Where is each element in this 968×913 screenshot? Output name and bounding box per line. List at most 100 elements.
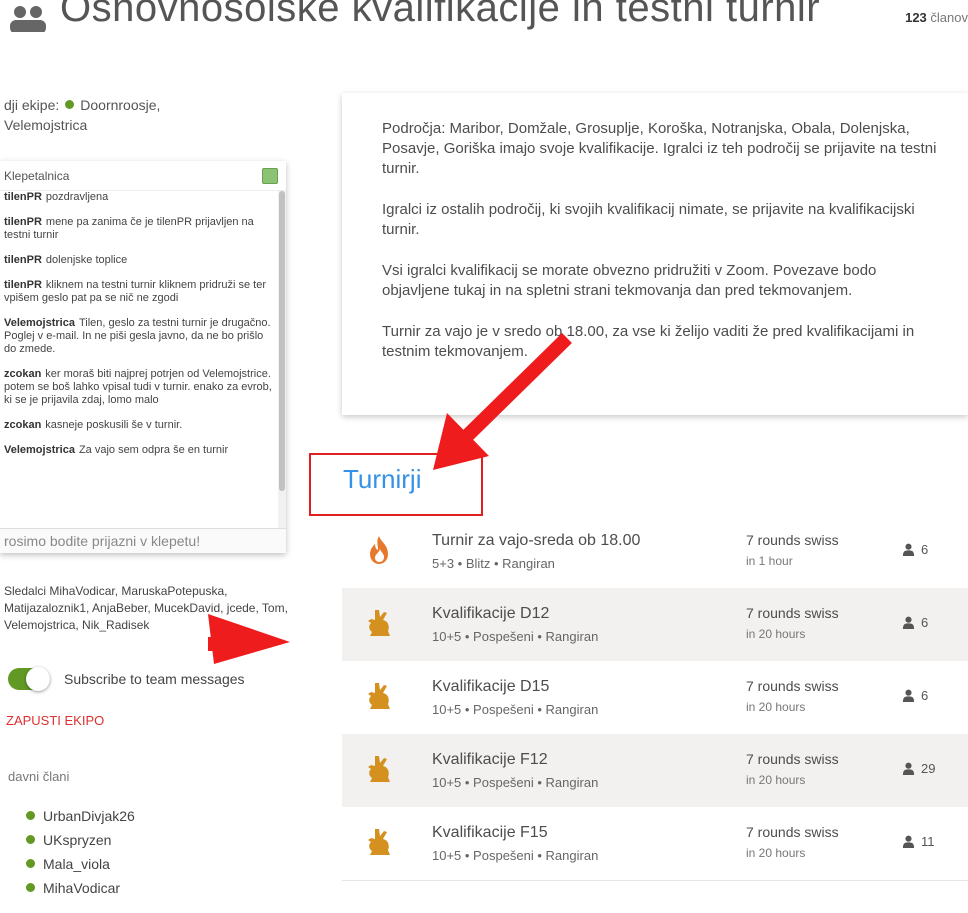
chat-message-user[interactable]: zcokan <box>4 368 41 380</box>
chat-message-text: kliknem na testni turnir kliknem pridruž… <box>4 279 266 304</box>
player-count-number: 6 <box>921 688 929 703</box>
chat-message-text: kasneje poskusili še v turnir. <box>45 419 183 431</box>
team-leaders: dji ekipe: Doornroosje, Velemojstrica <box>4 95 294 135</box>
tournament-name[interactable]: Kvalifikacije F12 <box>432 751 548 769</box>
tournament-player-count: 6 <box>902 542 928 557</box>
leader-link-0[interactable]: Doornroosje, <box>80 97 160 113</box>
tournament-start-time: in 1 hour <box>746 554 793 568</box>
rabbit-icon <box>368 610 390 636</box>
chat-title: Klepetalnica <box>4 168 70 183</box>
chat-message-text: pozdravljena <box>45 191 109 203</box>
players-icon <box>902 543 915 556</box>
leader-link-1[interactable]: Velemojstrica <box>4 117 87 133</box>
description-paragraph: Turnir za vajo je v sredo ob 18.00, za v… <box>382 323 915 360</box>
player-count-number: 29 <box>921 761 936 776</box>
online-dot <box>65 100 75 109</box>
online-dot <box>26 811 35 820</box>
member-name: UrbanDivjak26 <box>43 808 135 824</box>
tournament-row[interactable]: Turnir za vajo-sreda ob 18.00 5+3 • Blitz… <box>342 515 968 588</box>
tournament-row[interactable]: Kvalifikacije F15 10+5 • Pospešeni • Rang… <box>342 807 968 880</box>
tournament-details: 10+5 • Pospešeni • Rangiran <box>432 629 599 644</box>
chat-header: Klepetalnica <box>0 161 286 191</box>
chat-message-text: ker moraš biti najprej potrjen od Velemo… <box>4 368 272 406</box>
member-item[interactable]: MihaVodicar <box>26 876 135 900</box>
page-title: Osnovnošolske kvalifikacije in testni tu… <box>60 0 821 30</box>
member-item[interactable]: Mala_viola <box>26 852 135 876</box>
tournaments-heading: Turnirji <box>343 464 422 494</box>
divider <box>342 880 968 881</box>
tournament-name[interactable]: Kvalifikacije F15 <box>432 824 548 842</box>
chat-message-text: Za vajo sem odpra še en turnir <box>78 444 229 456</box>
chat-scrollbar-thumb[interactable] <box>279 191 285 491</box>
players-icon <box>902 689 915 702</box>
members-count-number: 123 <box>905 10 927 25</box>
online-dot <box>26 883 35 892</box>
tournament-details: 10+5 • Pospešeni • Rangiran <box>432 775 599 790</box>
tournament-start-time: in 20 hours <box>746 700 806 714</box>
leaders-label: dji ekipe: <box>4 97 60 113</box>
chat-message-user[interactable]: tilenPR <box>4 216 42 228</box>
members-count[interactable]: 123 članov <box>905 10 968 25</box>
members-section-title: davni člani <box>8 769 70 784</box>
tournament-details: 5+3 • Blitz • Rangiran <box>432 556 555 571</box>
rabbit-icon <box>368 829 390 855</box>
tournament-list: Turnir za vajo-sreda ob 18.00 5+3 • Blitz… <box>342 515 968 881</box>
fire-icon <box>370 536 388 564</box>
chat-message: Velemojstrica Za vajo sem odpra še en tur… <box>4 444 272 457</box>
tournament-format: 7 rounds swiss <box>746 605 839 621</box>
players-icon <box>902 835 915 848</box>
description-paragraph: Vsi igralci kvalifikacij se morate obvez… <box>382 262 877 299</box>
tournament-player-count: 11 <box>902 834 935 849</box>
tournament-row[interactable]: Kvalifikacije F12 10+5 • Pospešeni • Rang… <box>342 734 968 807</box>
chat-message-user[interactable]: zcokan <box>4 419 41 431</box>
subscribe-toggle[interactable] <box>8 667 50 691</box>
member-item[interactable]: UKspryzen <box>26 828 135 852</box>
tournament-format: 7 rounds swiss <box>746 532 839 548</box>
subscribe-label: Subscribe to team messages <box>64 671 245 687</box>
description-paragraph: Področja: Maribor, Domžale, Grosuplje, K… <box>382 120 937 177</box>
chat-message-user[interactable]: Velemojstrica <box>4 317 75 329</box>
chat-message: tilenPR dolenjske toplice <box>4 254 272 267</box>
member-name: MihaVodicar <box>43 880 121 896</box>
member-list: UrbanDivjak26 UKspryzen Mala_viola MihaVodi… <box>26 804 135 900</box>
team-icon <box>10 6 46 32</box>
tournament-details: 10+5 • Pospešeni • Rangiran <box>432 848 599 863</box>
tournament-format: 7 rounds swiss <box>746 824 839 840</box>
chat-panel: Klepetalnica tilenPR pozdravljena tilenPR m… <box>0 161 286 553</box>
followers-list: Sledalci MihaVodicar, MaruskaPotepuska, … <box>4 584 288 632</box>
players-icon <box>902 616 915 629</box>
chat-toggle-checkbox[interactable] <box>262 167 278 184</box>
member-item[interactable]: UrbanDivjak26 <box>26 804 135 828</box>
tournament-name[interactable]: Turnir za vajo-sreda ob 18.00 <box>432 532 640 550</box>
online-dot <box>26 859 35 868</box>
chat-message: Velemojstrica Tilen, geslo za testni turn… <box>4 317 272 356</box>
tournament-row[interactable]: Kvalifikacije D12 10+5 • Pospešeni • Rang… <box>342 588 968 661</box>
tournament-row[interactable]: Kvalifikacije D15 10+5 • Pospešeni • Rang… <box>342 661 968 734</box>
chat-input[interactable]: rosimo bodite prijazni v klepetu! <box>0 528 286 553</box>
chat-message: zcokan kasneje poskusili še v turnir. <box>4 419 272 432</box>
tournament-start-time: in 20 hours <box>746 846 806 860</box>
chat-message-user[interactable]: tilenPR <box>4 191 42 203</box>
tournament-player-count: 6 <box>902 615 928 630</box>
member-name: Mala_viola <box>43 856 110 872</box>
member-name: UKspryzen <box>43 832 112 848</box>
rabbit-icon <box>368 756 390 782</box>
online-dot <box>26 835 35 844</box>
chat-message-user[interactable]: Velemojstrica <box>4 444 75 456</box>
members-count-suffix: članov <box>926 10 968 25</box>
tournament-name[interactable]: Kvalifikacije D15 <box>432 678 549 696</box>
player-count-number: 6 <box>921 615 929 630</box>
player-count-number: 11 <box>921 834 935 849</box>
tournament-name[interactable]: Kvalifikacije D12 <box>432 605 549 623</box>
description-paragraph: Igralci iz ostalih področij, ki svojih k… <box>382 201 915 238</box>
page-header: Osnovnošolske kvalifikacije in testni tu… <box>0 0 968 46</box>
tournament-start-time: in 20 hours <box>746 773 806 787</box>
chat-message-user[interactable]: tilenPR <box>4 279 42 291</box>
subscribe-row: Subscribe to team messages <box>8 667 245 691</box>
leave-team-button[interactable]: ZAPUSTI EKIPO <box>6 713 104 728</box>
chat-message-user[interactable]: tilenPR <box>4 254 42 266</box>
chat-message-text: dolenjske toplice <box>45 254 128 266</box>
toggle-knob <box>26 667 50 691</box>
rabbit-icon <box>368 683 390 709</box>
chat-scrollbar[interactable] <box>278 191 286 528</box>
